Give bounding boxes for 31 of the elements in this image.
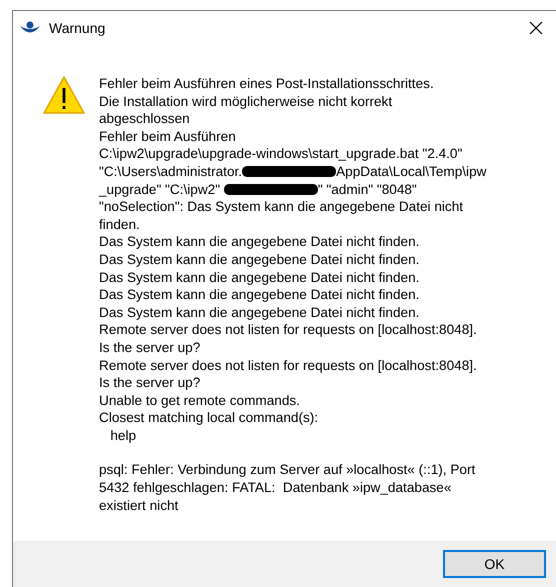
message-text: Das System kann die angegebene Datei nicht finden. (99, 304, 420, 322)
message-text: Unable to get remote commands. (99, 392, 300, 410)
message-text: Remote server does not listen for requests on [localhost:8048]. (99, 356, 477, 374)
message-text: abgeschlossen (99, 110, 190, 128)
message-text: C:\ipw2\upgrade\upgrade-windows\start_upgrade.bat "2.4.0" (99, 145, 462, 163)
message-text: Remote server does not listen for requests on [localhost:8048]. (99, 321, 477, 339)
message-text: Is the server up? (99, 374, 200, 392)
warning-icon (42, 75, 86, 115)
message-text: AppData\Local\Temp\ipw (336, 162, 486, 181)
message-text: Das System kann die angegebene Datei nicht finden. (99, 286, 420, 304)
close-icon (529, 21, 543, 35)
window-title: Warnung (49, 20, 106, 36)
message-text: Fehler beim Ausführen eines Post-Installationsschrittes. (99, 75, 434, 93)
message-text: Das System kann die angegebene Datei nicht finden. (99, 250, 420, 269)
message-text: Das System kann die angegebene Datei nicht finden. (99, 268, 420, 286)
message-text: finden. (99, 216, 140, 234)
message-text: Closest matching local command(s): (99, 409, 318, 427)
message-text: help (109, 426, 136, 444)
message-text: " "admin" "8048" (318, 180, 417, 198)
app-logo-icon (19, 21, 41, 35)
ok-button[interactable]: OK (443, 550, 546, 578)
message-text: psql: Fehler: Verbindung zum Server auf »localhost« (::1), Port (99, 461, 476, 480)
message-text: "noSelection": Das System kann die angegebene Datei nicht (99, 198, 464, 216)
message-text: 5432 fehlgeschlagen: FATAL: Datenbank »ipw_database« (99, 479, 452, 497)
message-text: "C:\Users\administrator. (99, 162, 242, 181)
message-text: Das System kann die angegebene Datei nicht finden. (99, 233, 420, 251)
message-text: _upgrade" "C:\ipw2" (99, 180, 222, 198)
message-text: existiert nicht (99, 496, 178, 514)
message-text: Die Installation wird möglicherweise nicht korrekt (99, 92, 392, 110)
message-text: Is the server up? (99, 338, 200, 356)
message-text: Fehler beim Ausführen (99, 128, 236, 146)
